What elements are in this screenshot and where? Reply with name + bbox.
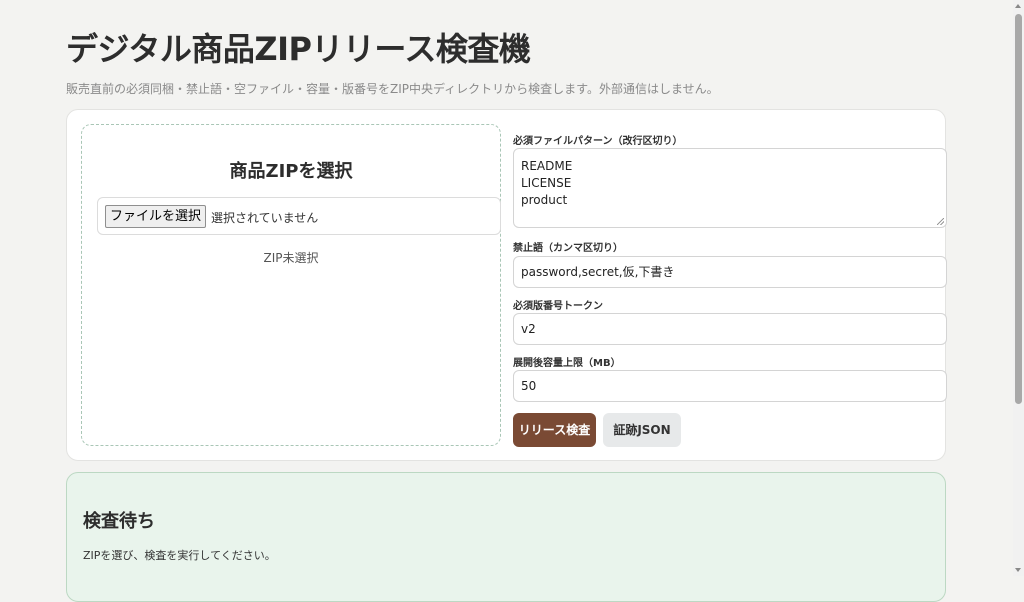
required-pattern-line: LICENSE: [521, 176, 572, 190]
status-title: 検査待ち: [83, 511, 155, 532]
evidence-json-button[interactable]: 証跡JSON: [603, 413, 681, 447]
required-patterns-textarea[interactable]: README LICENSE product: [513, 148, 947, 228]
version-token-label: 必須版番号トークン: [513, 301, 603, 312]
zip-state-text: ZIP未選択: [263, 251, 319, 265]
required-pattern-line: README: [521, 159, 573, 173]
required-patterns-label: 必須ファイルパターン（改行区切り）: [513, 136, 683, 147]
scroll-up-arrow-icon[interactable]: [1015, 4, 1021, 8]
zip-file-input[interactable]: ファイルを選択 選択されていません: [97, 197, 501, 235]
zip-dropzone[interactable]: 商品ZIPを選択 ファイルを選択 選択されていません ZIP未選択: [81, 124, 501, 446]
page-scrollbar[interactable]: [1013, 0, 1024, 576]
scrollbar-thumb[interactable]: [1015, 14, 1022, 404]
forbidden-words-input[interactable]: password,secret,仮,下書き: [513, 256, 947, 288]
scroll-down-arrow-icon[interactable]: [1015, 568, 1021, 572]
release-inspect-button[interactable]: リリース検査: [513, 413, 596, 447]
page-title: デジタル商品ZIPリリース検査機: [66, 30, 531, 68]
dropzone-title: 商品ZIPを選択: [229, 161, 353, 182]
choose-file-button[interactable]: ファイルを選択: [105, 205, 207, 228]
forbidden-words-label: 禁止語（カンマ区切り）: [513, 243, 623, 254]
page-subtitle: 販売直前の必須同梱・禁止語・空ファイル・容量・版番号をZIP中央ディレクトリから…: [66, 82, 719, 96]
inspector-card: 商品ZIPを選択 ファイルを選択 選択されていません ZIP未選択 必須ファイル…: [66, 109, 947, 461]
required-pattern-line: product: [521, 193, 568, 207]
status-panel: 検査待ち ZIPを選び、検査を実行してください。: [66, 472, 946, 602]
max-size-input[interactable]: 50: [513, 370, 947, 402]
file-status-text: 選択されていません: [211, 211, 319, 225]
max-size-label: 展開後容量上限（MB）: [513, 358, 621, 369]
status-message: ZIPを選び、検査を実行してください。: [83, 549, 276, 562]
version-token-input[interactable]: v2: [513, 313, 947, 345]
resize-grip-icon[interactable]: [937, 218, 944, 225]
